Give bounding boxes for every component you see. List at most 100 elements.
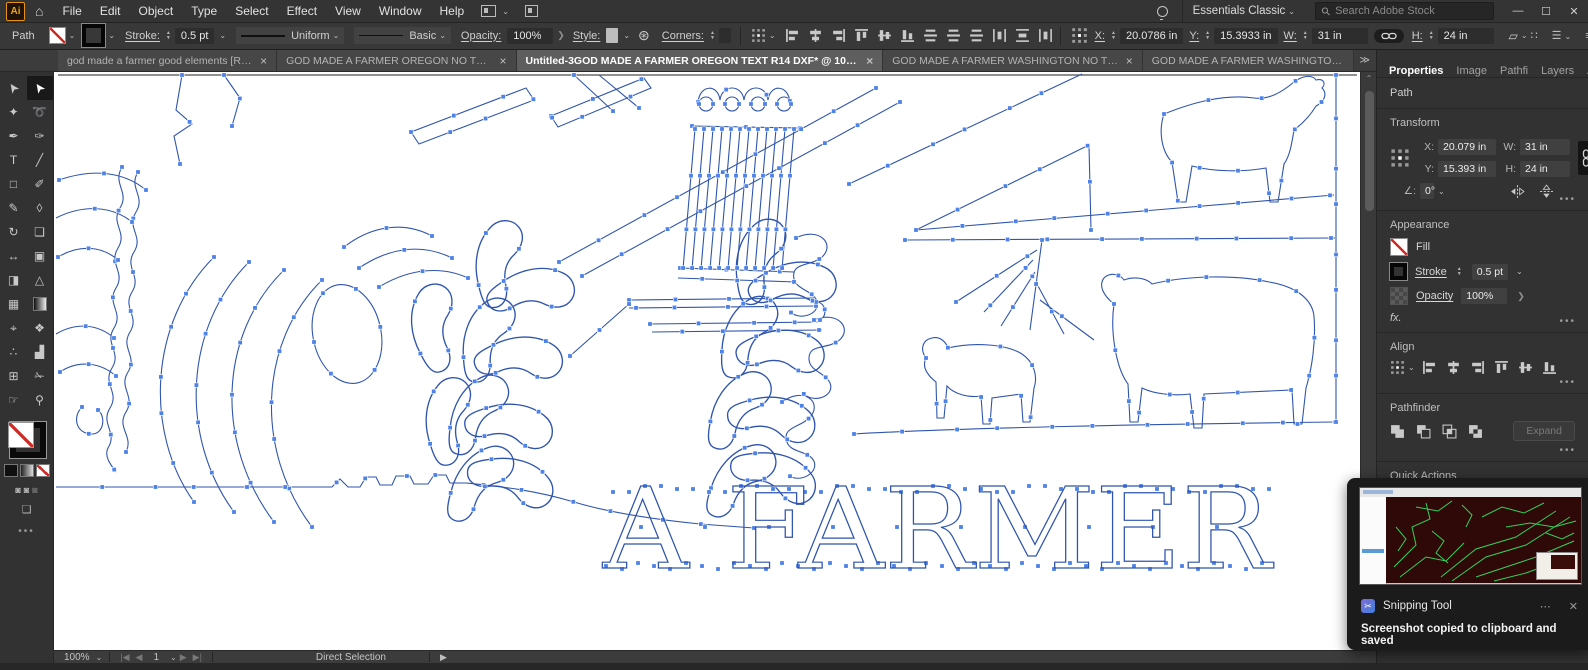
opacity-label[interactable]: Opacity [1416, 290, 1453, 302]
stroke-label[interactable]: Stroke: [125, 30, 160, 42]
gradient-tool[interactable] [27, 292, 53, 316]
arrange-documents-icon[interactable]: ⌄ [481, 5, 509, 17]
screenshot-thumbnail[interactable] [1359, 487, 1582, 585]
workspace-switcher[interactable]: Essentials Classic ⌄ [1181, 0, 1305, 22]
align-to-icon[interactable]: ⌄ [1390, 360, 1415, 375]
h-stepper[interactable]: ▲ ▼ [1429, 31, 1434, 40]
snipping-notification[interactable]: ✂ Snipping Tool ⋯ ✕ Screenshot copied to… [1347, 591, 1588, 650]
y-label[interactable]: Y: [1189, 30, 1199, 42]
stroke-weight-value[interactable]: 0.5 pt [174, 27, 215, 44]
type-tool[interactable]: T [1, 148, 27, 172]
lasso-tool[interactable]: ➰ [27, 100, 53, 124]
constrain-proportions-icon[interactable] [1373, 28, 1404, 43]
expand-button[interactable]: Expand [1513, 421, 1575, 441]
align-al-t-3[interactable] [854, 28, 869, 43]
paintbrush-tool[interactable]: ✐ [27, 172, 53, 196]
menu-file[interactable]: File [53, 0, 90, 22]
h-field[interactable]: 24 in [1520, 161, 1570, 177]
stroke-stepper[interactable]: ▲ ▼ [1457, 267, 1462, 276]
align-space-h-11[interactable] [1038, 28, 1053, 43]
perspective-grid-tool[interactable]: △ [27, 268, 53, 292]
isolate-icon[interactable]: ∷ [1531, 29, 1538, 42]
link-dimensions-icon[interactable] [1578, 141, 1588, 175]
artboard-dropdown-icon[interactable]: ⌄ [170, 653, 177, 662]
draw-behind-icon[interactable]: ◙ [24, 485, 29, 495]
w-label[interactable]: W: [1284, 30, 1297, 42]
artboard-tool[interactable]: ⊞ [1, 364, 27, 388]
fill-color-well[interactable] [7, 422, 34, 448]
w-stepper[interactable]: ▲ ▼ [1303, 31, 1308, 40]
x-stepper[interactable]: ▲ ▼ [1111, 31, 1116, 40]
menu-type[interactable]: Type [182, 0, 226, 22]
vector-paths[interactable] [55, 73, 1337, 529]
h-value[interactable]: 24 in [1437, 27, 1494, 44]
curvature-tool[interactable]: ✑ [27, 124, 53, 148]
zoom-level[interactable]: 100% [64, 652, 90, 663]
corners-label[interactable]: Corners: [662, 30, 704, 42]
symbol-sprayer-tool[interactable]: ∴ [1, 340, 27, 364]
artboard-canvas[interactable]: A FARMER [54, 72, 1360, 650]
x-label[interactable]: X: [1095, 30, 1105, 42]
tab-close-icon[interactable]: × [1126, 54, 1133, 68]
x-field[interactable]: 20.079 in [1438, 139, 1496, 155]
draw-normal-icon[interactable]: ◙ [15, 485, 20, 495]
align-al-l-0[interactable] [785, 28, 800, 43]
magic-wand-tool[interactable]: ✦ [1, 100, 27, 124]
width-tool[interactable]: ↔ [1, 244, 27, 268]
align-al-m-4[interactable] [1518, 360, 1533, 375]
graph-tool[interactable]: ▟ [27, 340, 53, 364]
align-al-c-1[interactable] [808, 28, 823, 43]
y-stepper[interactable]: ▲ ▼ [1205, 31, 1210, 40]
artwork-text[interactable]: A FARMER [601, 464, 1275, 595]
restore-button[interactable]: ☐ [1532, 0, 1560, 22]
scroll-up-icon[interactable]: ⌃ [1366, 74, 1373, 83]
pathfinder-pf-exclude-3[interactable] [1468, 424, 1483, 439]
opacity-value[interactable]: 100% [507, 27, 554, 44]
home-icon[interactable]: ⌂ [35, 3, 43, 19]
transform-reference-icon[interactable] [1068, 25, 1091, 46]
free-transform-tool[interactable]: ▣ [27, 244, 53, 268]
shear-icon[interactable]: ▱ ⌄ [1506, 27, 1531, 45]
prev-artboard-icon[interactable]: ◀ [136, 652, 143, 663]
align-al-l-0[interactable] [1422, 360, 1437, 375]
adobe-stock-search[interactable]: ⚲ Search Adobe Stock [1315, 2, 1494, 20]
hand-tool[interactable]: ☞ [1, 388, 27, 412]
style-label[interactable]: Style: [573, 30, 601, 42]
menu-window[interactable]: Window [370, 0, 431, 22]
document-tab[interactable]: GOD MADE A FARMER OREGON NO TEXT R14 DXF… [277, 50, 517, 71]
menu-object[interactable]: Object [130, 0, 183, 22]
draw-inside-icon[interactable]: ◙ [32, 485, 37, 495]
y-field[interactable]: 15.393 in [1438, 161, 1496, 177]
rectangle-tool[interactable]: □ [1, 172, 27, 196]
line-segment-tool[interactable]: ╱ [27, 148, 53, 172]
mesh-tool[interactable]: ▦ [1, 292, 27, 316]
stroke-swatch[interactable] [1389, 262, 1408, 281]
document-tab[interactable]: Untitled-3GOD MADE A FARMER OREGON TEXT … [516, 50, 884, 71]
close-button[interactable]: ✕ [1560, 0, 1588, 22]
pathfinder-pf-minus-1[interactable] [1416, 424, 1431, 439]
stroke-label[interactable]: Stroke [1415, 266, 1447, 278]
document-tab[interactable]: GOD MADE A FARMER WASHINGTON NO TEXT R14… [883, 50, 1143, 71]
align-dist-v-7[interactable] [946, 28, 961, 43]
document-tab[interactable]: god made a farmer good elements [Recover… [58, 50, 278, 71]
scrollbar-thumb[interactable] [1364, 91, 1374, 211]
brush-definition-dropdown[interactable]: Basic ⌄ [354, 27, 451, 44]
panel-tab-properties[interactable]: Properties [1389, 65, 1443, 77]
opacity-field[interactable]: 100% [1461, 288, 1508, 304]
stroke-stepper[interactable]: ▲ ▼ [166, 31, 171, 40]
selection-tool[interactable]: ➤ [1, 76, 27, 100]
fx-button[interactable]: fx. [1390, 312, 1575, 324]
align-more-options[interactable]: ••• [1559, 377, 1576, 388]
pen-tool[interactable]: ✒ [1, 124, 27, 148]
color-button[interactable] [3, 464, 18, 477]
opacity-label[interactable]: Opacity: [461, 30, 501, 42]
x-value[interactable]: 20.0786 in [1119, 27, 1184, 44]
illustrator-logo[interactable]: Ai [6, 1, 25, 21]
menu-help[interactable]: Help [431, 0, 474, 22]
transform-more-options[interactable]: ••• [1559, 194, 1576, 205]
fill-swatch[interactable] [1390, 238, 1408, 256]
select-similar-icon[interactable]: ☰ ⌄ [1552, 29, 1572, 42]
menu-edit[interactable]: Edit [91, 0, 130, 22]
status-play-icon[interactable]: ▶ [440, 652, 447, 663]
reference-point-grid[interactable] [1390, 148, 1410, 168]
